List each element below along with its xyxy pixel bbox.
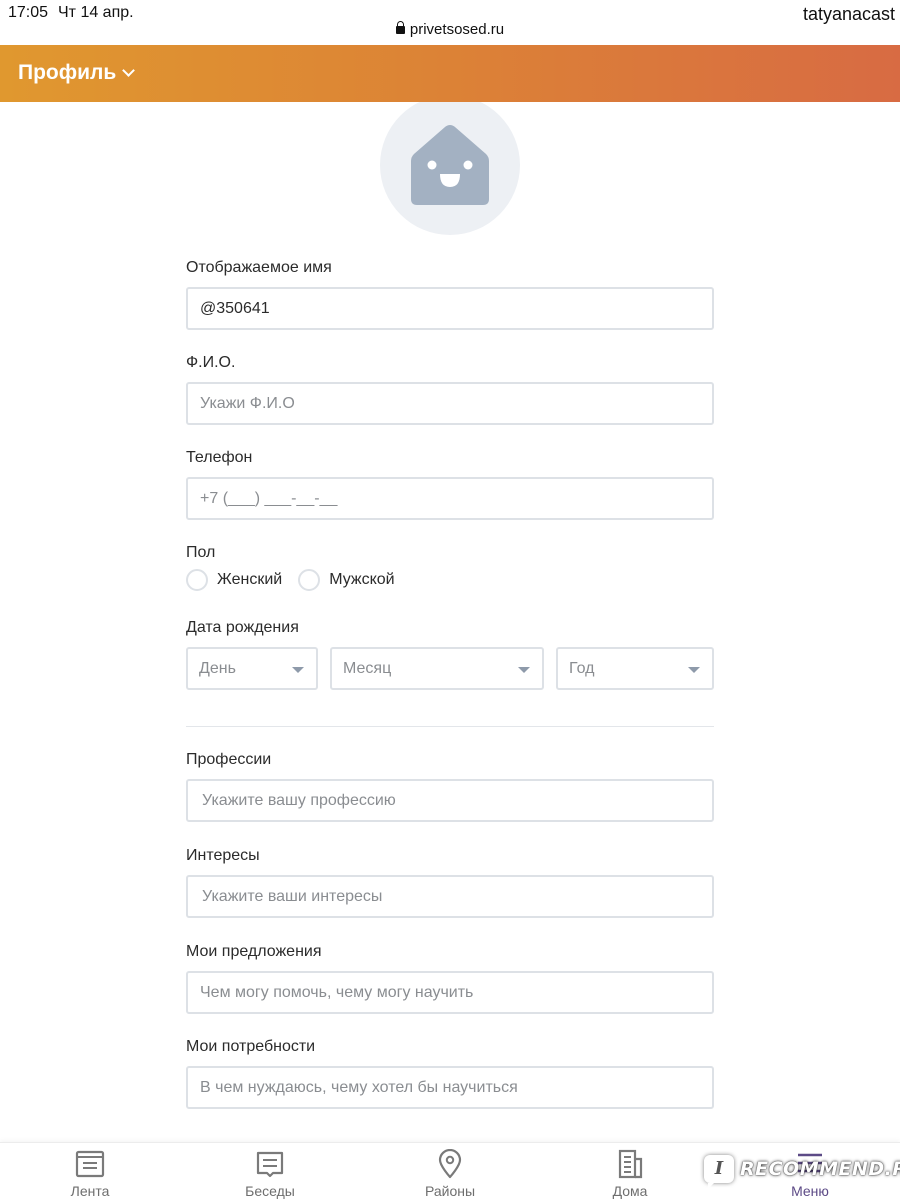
birth-month-value: Месяц	[343, 660, 392, 677]
birth-day-select[interactable]: День	[186, 647, 318, 690]
menu-icon	[798, 1153, 822, 1173]
birth-day-value: День	[199, 660, 236, 677]
radio-circle[interactable]	[298, 569, 321, 591]
nav-label: Меню	[791, 1183, 829, 1199]
nav-label: Районы	[424, 1183, 476, 1199]
chevron-down-icon	[122, 64, 136, 77]
birth-year-select[interactable]: Год	[556, 647, 714, 690]
avatar[interactable]	[380, 102, 520, 235]
nav-label: Беседы	[245, 1183, 295, 1199]
gender-radio-male[interactable]: Мужской	[298, 569, 395, 591]
status-time: 17:05	[8, 4, 49, 21]
offers-input[interactable]	[188, 973, 712, 1012]
status-date: Чт 14 апр.	[58, 4, 134, 21]
radio-circle[interactable]	[186, 569, 208, 591]
nav-label: Дома	[612, 1183, 648, 1199]
birth-year-value: Год	[569, 660, 595, 677]
needs-label: Мои потребности	[186, 1038, 316, 1055]
gender-label: Пол	[186, 544, 216, 561]
nav-item-houses[interactable]: Дома	[570, 1143, 690, 1200]
birth-month-select[interactable]: Месяц	[330, 647, 544, 690]
house-face-icon	[411, 125, 489, 205]
section-divider	[186, 726, 714, 727]
status-user: tatyanacast	[802, 4, 895, 24]
url-text: privetsosed.ru	[409, 21, 505, 38]
gender-radio-female[interactable]: Женский	[186, 569, 282, 591]
address-bar[interactable]: privetsosed.ru	[0, 21, 900, 38]
feed-icon	[75, 1150, 105, 1178]
needs-field[interactable]	[186, 1066, 714, 1109]
location-pin-icon	[438, 1149, 462, 1179]
chat-icon	[256, 1151, 284, 1178]
display-name-field[interactable]	[186, 287, 714, 330]
display-name-input[interactable]	[188, 289, 712, 328]
full-name-field[interactable]	[186, 382, 714, 425]
bottom-nav: Лента Беседы Районы Дома Меню	[0, 1142, 900, 1200]
building-icon	[618, 1149, 643, 1179]
offers-field[interactable]	[186, 971, 714, 1014]
app-header: Профиль	[0, 45, 900, 102]
radio-label: Женский	[217, 571, 283, 588]
full-name-input[interactable]	[188, 384, 712, 423]
nav-item-feed[interactable]: Лента	[30, 1143, 150, 1200]
interests-input[interactable]	[188, 877, 712, 916]
radio-label: Мужской	[329, 571, 395, 588]
phone-input[interactable]	[188, 479, 712, 518]
needs-input[interactable]	[188, 1068, 712, 1107]
page-title: Профиль	[18, 61, 117, 84]
caret-down-icon	[292, 667, 304, 673]
professions-label: Профессии	[186, 751, 272, 768]
avatar-area	[0, 102, 900, 242]
professions-field[interactable]	[186, 779, 714, 822]
professions-input[interactable]	[188, 781, 712, 820]
nav-label: Лента	[70, 1183, 110, 1199]
status-bar: 17:05 Чт 14 апр. privetsosed.ru tatyanac…	[0, 0, 900, 45]
caret-down-icon	[688, 667, 700, 673]
phone-label: Телефон	[186, 449, 253, 466]
nav-item-districts[interactable]: Районы	[390, 1143, 510, 1200]
offers-label: Мои предложения	[186, 943, 322, 960]
profile-dropdown[interactable]: Профиль	[18, 61, 136, 85]
gender-radio-group: Женский Мужской	[186, 569, 411, 591]
nav-item-menu[interactable]: Меню	[750, 1143, 870, 1200]
phone-field[interactable]	[186, 477, 714, 520]
lock-icon	[395, 21, 405, 34]
interests-field[interactable]	[186, 875, 714, 918]
full-name-label: Ф.И.О.	[186, 354, 236, 371]
caret-down-icon	[518, 667, 530, 673]
birth-date-label: Дата рождения	[186, 619, 299, 636]
nav-item-chats[interactable]: Беседы	[210, 1143, 330, 1200]
display-name-label: Отображаемое имя	[186, 259, 332, 276]
interests-label: Интересы	[186, 847, 260, 864]
